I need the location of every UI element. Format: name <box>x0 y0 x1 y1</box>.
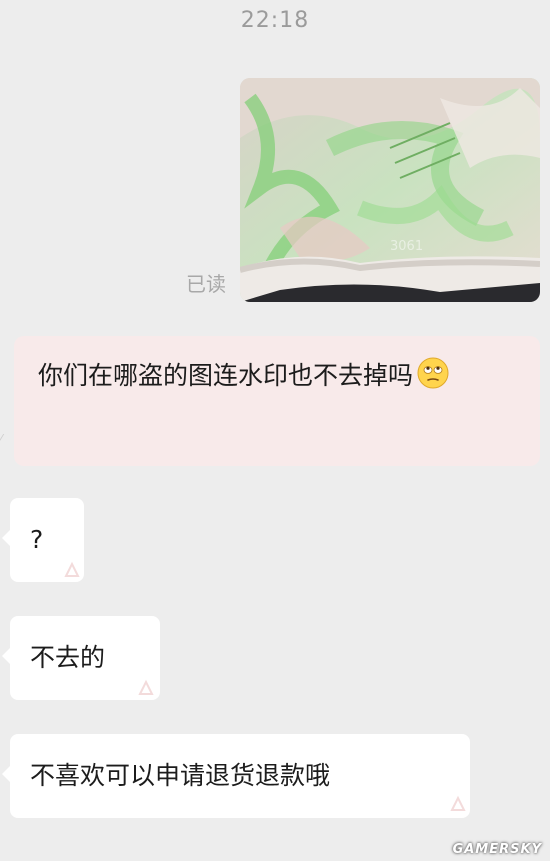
chat-timestamp: 22:18 <box>240 8 310 33</box>
received-message-text: 不去的 <box>30 643 106 672</box>
rolling-eyes-emoji-icon <box>417 357 449 389</box>
received-message-bubble[interactable]: ? <box>2 498 84 582</box>
received-message-bubble[interactable]: 不去的 <box>2 616 160 700</box>
svg-text:3061: 3061 <box>390 239 423 254</box>
read-status: 已读 <box>186 272 226 296</box>
site-watermark: GAMERSKY <box>452 842 542 857</box>
received-message-text: ? <box>30 525 44 554</box>
shop-badge-icon <box>64 561 80 577</box>
shop-badge-icon <box>138 679 154 695</box>
image-message[interactable]: 3061 <box>240 78 540 302</box>
edge-mark: ⁄ <box>0 432 3 446</box>
received-message-text: 不喜欢可以申请退货退款哦 <box>30 761 331 790</box>
sent-message-bubble[interactable]: 你们在哪盗的图连水印也不去掉吗 <box>14 336 540 466</box>
blanket-photo: 3061 <box>240 78 540 302</box>
received-message-bubble[interactable]: 不喜欢可以申请退货退款哦 <box>2 734 470 818</box>
shop-badge-icon <box>450 795 466 811</box>
sent-message-text: 你们在哪盗的图连水印也不去掉吗 <box>38 361 414 390</box>
